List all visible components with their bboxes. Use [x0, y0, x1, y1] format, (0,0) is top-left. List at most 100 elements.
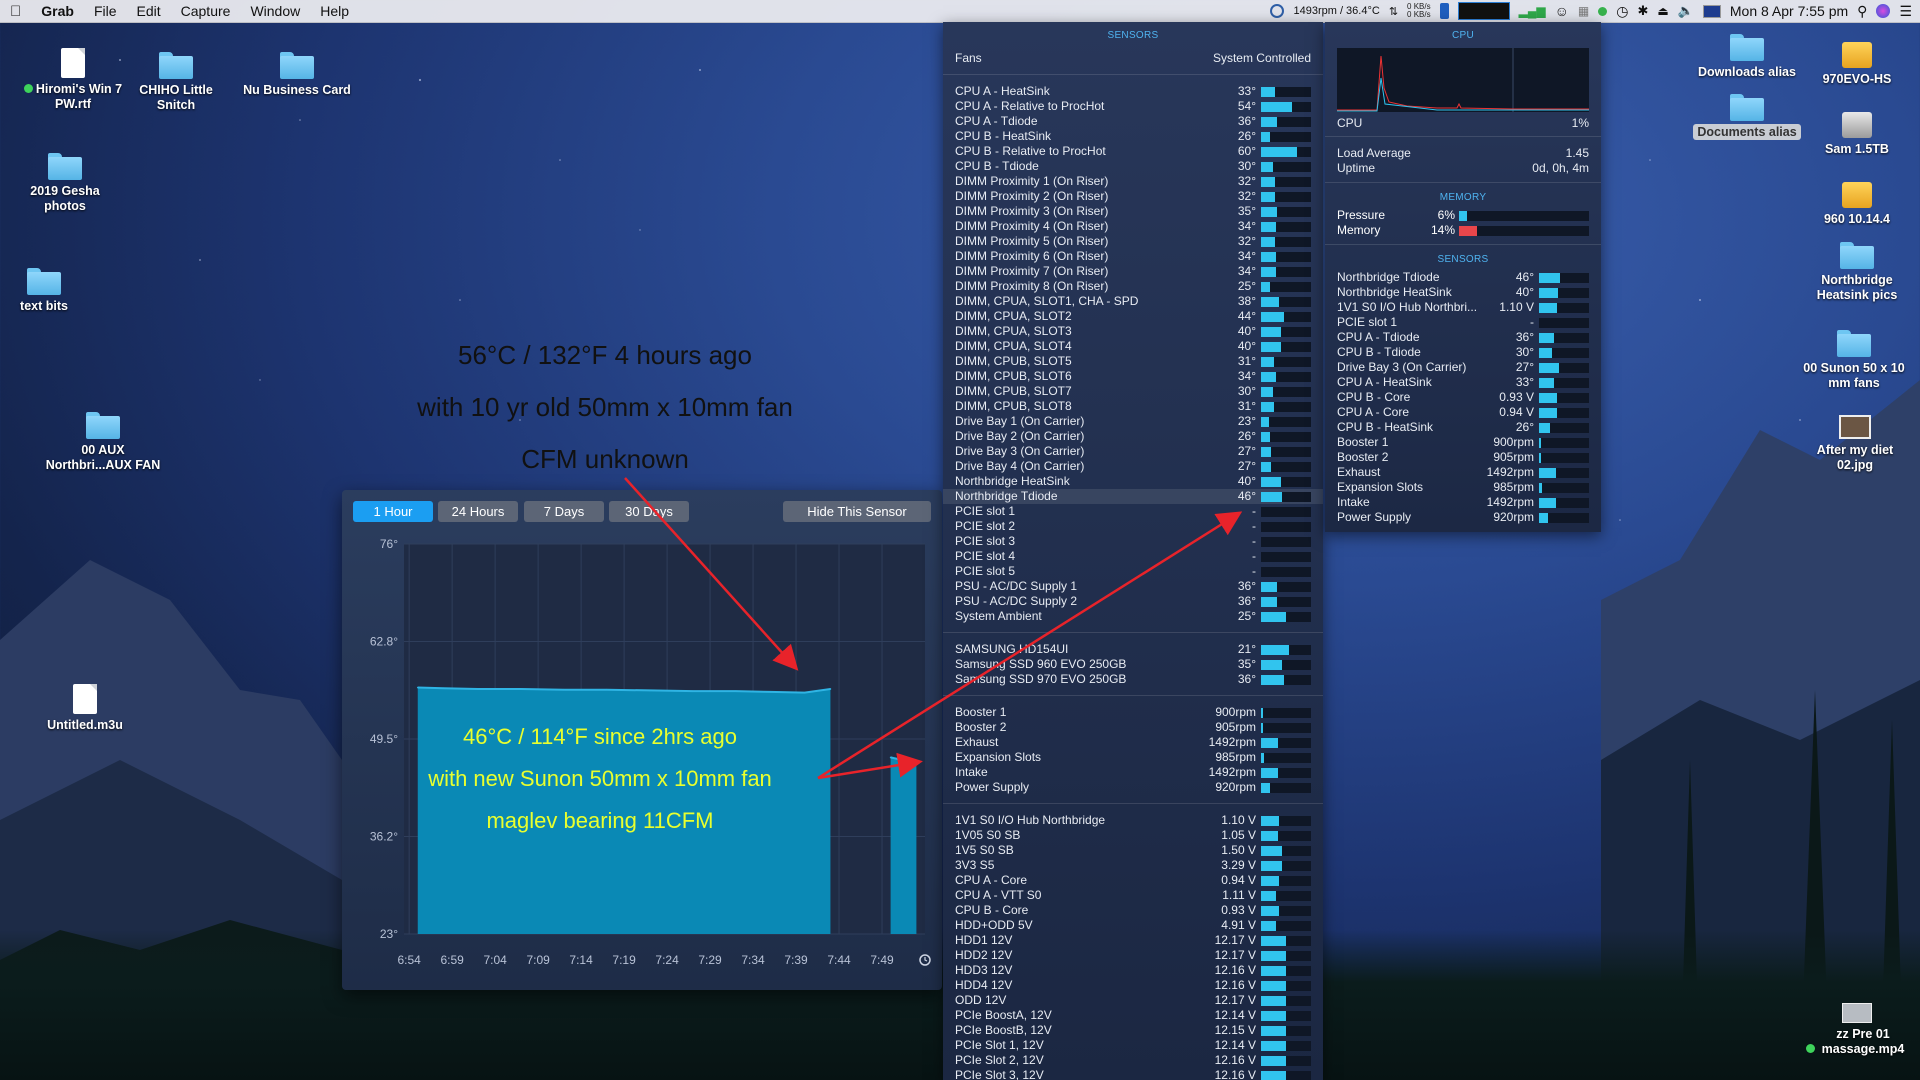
desktop-item-sunon-fans[interactable]: 00 Sunon 50 x 10 mm fans — [1789, 330, 1919, 391]
sensor-row[interactable]: DIMM Proximity 5 (On Riser) 32° — [943, 234, 1323, 249]
sensor-row[interactable]: DIMM Proximity 4 (On Riser) 34° — [943, 219, 1323, 234]
sensor-row[interactable]: DIMM, CPUB, SLOT7 30° — [943, 384, 1323, 399]
desktop-item-960[interactable]: 960 10.14.4 — [1792, 182, 1920, 227]
sensor-row[interactable]: 1V5 S0 SB 1.50 V — [943, 843, 1323, 858]
sensor-row[interactable]: CPU A - Relative to ProcHot 54° — [943, 99, 1323, 114]
sensor-row[interactable]: CPU B - Tdiode 30° — [1325, 345, 1601, 360]
menu-file[interactable]: File — [84, 3, 127, 19]
green-status-icon[interactable] — [1598, 6, 1608, 16]
sensor-row[interactable]: ODD 12V 12.17 V — [943, 993, 1323, 1008]
sensor-row[interactable]: CPU A - HeatSink 33° — [943, 84, 1323, 99]
spotlight-search-icon[interactable]: ⚲ — [1857, 3, 1867, 20]
desktop-item-diet-jpg[interactable]: After my diet 02.jpg — [1790, 415, 1920, 473]
sensor-row[interactable]: Northbridge HeatSink 40° — [1325, 285, 1601, 300]
sensor-row[interactable]: PCIE slot 1 - — [1325, 315, 1601, 330]
menu-help[interactable]: Help — [310, 3, 359, 19]
sensor-row[interactable]: DIMM Proximity 3 (On Riser) 35° — [943, 204, 1323, 219]
menu-edit[interactable]: Edit — [127, 3, 171, 19]
sensor-row[interactable]: Northbridge Tdiode 46° — [943, 489, 1323, 504]
sensor-row[interactable]: Northbridge Tdiode 46° — [1325, 270, 1601, 285]
sensor-row[interactable]: Drive Bay 2 (On Carrier) 26° — [943, 429, 1323, 444]
sensor-row[interactable]: Samsung SSD 960 EVO 250GB 35° — [943, 657, 1323, 672]
time-machine-icon[interactable]: ◷ — [1616, 3, 1628, 20]
apple-menu-icon[interactable]:  — [0, 3, 31, 20]
sensor-row[interactable]: Booster 2 905rpm — [1325, 450, 1601, 465]
sensor-row[interactable]: CPU B - Relative to ProcHot 60° — [943, 144, 1323, 159]
sensor-row[interactable]: 1V1 S0 I/O Hub Northbridge 1.10 V — [943, 813, 1323, 828]
sensor-row[interactable]: PCIE slot 1 - — [943, 504, 1323, 519]
sensor-row[interactable]: CPU A - VTT S0 1.11 V — [943, 888, 1323, 903]
sensor-row[interactable]: SAMSUNG HD154UI 21° — [943, 642, 1323, 657]
sensor-row[interactable]: HDD3 12V 12.16 V — [943, 963, 1323, 978]
sensor-row[interactable]: PCIE slot 3 - — [943, 534, 1323, 549]
sensor-row[interactable]: CPU B - HeatSink 26° — [943, 129, 1323, 144]
sensor-row[interactable]: Power Supply 920rpm — [943, 780, 1323, 795]
signal-bars-icon[interactable]: ▂▄▆ — [1519, 4, 1546, 18]
desktop-item-chiho[interactable]: CHIHO Little Snitch — [111, 52, 241, 113]
desktop-item-untitled-m3u[interactable]: Untitled.m3u — [20, 684, 150, 733]
sensor-row[interactable]: 3V3 S5 3.29 V — [943, 858, 1323, 873]
menubar-clock[interactable]: Mon 8 Apr 7:55 pm — [1730, 3, 1848, 19]
sensor-row[interactable]: Intake 1492rpm — [1325, 495, 1601, 510]
sensor-row[interactable]: Booster 1 900rpm — [943, 705, 1323, 720]
siri-icon[interactable] — [1876, 4, 1891, 18]
menu-capture[interactable]: Capture — [171, 3, 241, 19]
sensor-row[interactable]: DIMM, CPUA, SLOT4 40° — [943, 339, 1323, 354]
sensor-row[interactable]: HDD+ODD 5V 4.91 V — [943, 918, 1323, 933]
fans-mode-row[interactable]: Fans System Controlled — [943, 51, 1323, 66]
network-rates[interactable]: 0 KB/s 0 KB/s — [1407, 3, 1431, 19]
sensor-row[interactable]: Northbridge HeatSink 40° — [943, 474, 1323, 489]
sensor-row[interactable]: DIMM Proximity 1 (On Riser) 32° — [943, 174, 1323, 189]
sensor-row[interactable]: System Ambient 25° — [943, 609, 1323, 624]
sensor-row[interactable]: PCIe Slot 3, 12V 12.16 V — [943, 1068, 1323, 1080]
sensor-row[interactable]: Samsung SSD 970 EVO 250GB 36° — [943, 672, 1323, 687]
bluetooth-icon[interactable]: ✱ — [1637, 3, 1648, 19]
menu-window[interactable]: Window — [240, 3, 310, 19]
sensor-row[interactable]: PCIE slot 4 - — [943, 549, 1323, 564]
sensor-row[interactable]: PSU - AC/DC Supply 1 36° — [943, 579, 1323, 594]
sensor-row[interactable]: 1V05 S0 SB 1.05 V — [943, 828, 1323, 843]
desktop-item-aux-fan[interactable]: 00 AUX Northbri...AUX FAN — [38, 412, 168, 473]
sensor-row[interactable]: CPU A - HeatSink 33° — [1325, 375, 1601, 390]
menu-app-name[interactable]: Grab — [31, 3, 84, 19]
sensor-row[interactable]: Drive Bay 3 (On Carrier) 27° — [1325, 360, 1601, 375]
desktop-item-gesha-photos[interactable]: 2019 Gesha photos — [0, 153, 130, 214]
disk-activity-icon[interactable] — [1439, 3, 1449, 19]
sensor-row[interactable]: CPU B - Core 0.93 V — [1325, 390, 1601, 405]
sensor-row[interactable]: Booster 2 905rpm — [943, 720, 1323, 735]
fan-status-icon[interactable] — [1270, 4, 1285, 18]
sensor-row[interactable]: PCIe BoostB, 12V 12.15 V — [943, 1023, 1323, 1038]
sensor-row[interactable]: CPU A - Tdiode 36° — [943, 114, 1323, 129]
sensor-row[interactable]: PCIE slot 2 - — [943, 519, 1323, 534]
desktop-item-text-bits[interactable]: text bits — [0, 268, 109, 314]
sensor-row[interactable]: Expansion Slots 985rpm — [1325, 480, 1601, 495]
memory-grid-icon[interactable]: ▦ — [1578, 4, 1589, 18]
input-flag-icon[interactable] — [1702, 4, 1721, 18]
sensor-row[interactable]: HDD1 12V 12.17 V — [943, 933, 1323, 948]
sensor-row[interactable]: DIMM, CPUA, SLOT2 44° — [943, 309, 1323, 324]
sensor-row[interactable]: PCIE slot 5 - — [943, 564, 1323, 579]
sensor-row[interactable]: DIMM, CPUB, SLOT6 34° — [943, 369, 1323, 384]
sensor-row[interactable]: PCIe Slot 2, 12V 12.16 V — [943, 1053, 1323, 1068]
sensor-row[interactable]: DIMM, CPUB, SLOT8 31° — [943, 399, 1323, 414]
sensor-row[interactable]: Intake 1492rpm — [943, 765, 1323, 780]
sensor-row[interactable]: Exhaust 1492rpm — [943, 735, 1323, 750]
sensor-row[interactable]: CPU B - HeatSink 26° — [1325, 420, 1601, 435]
sensor-row[interactable]: DIMM, CPUB, SLOT5 31° — [943, 354, 1323, 369]
desktop-item-massage-mp4[interactable]: zz Pre 01 massage.mp4 — [1792, 1003, 1920, 1057]
sensor-row[interactable]: Booster 1 900rpm — [1325, 435, 1601, 450]
sensor-row[interactable]: PCIe BoostA, 12V 12.14 V — [943, 1008, 1323, 1023]
eject-icon[interactable]: ⏏ — [1657, 4, 1668, 18]
desktop-item-sam-1-5tb[interactable]: Sam 1.5TB — [1792, 112, 1920, 157]
sensor-row[interactable]: PCIe Slot 1, 12V 12.14 V — [943, 1038, 1323, 1053]
sensor-row[interactable]: Drive Bay 4 (On Carrier) 27° — [943, 459, 1323, 474]
sensor-row[interactable]: Drive Bay 1 (On Carrier) 23° — [943, 414, 1323, 429]
sensor-row[interactable]: CPU A - Core 0.94 V — [1325, 405, 1601, 420]
desktop-item-northbridge-pics[interactable]: Northbridge Heatsink pics — [1792, 242, 1920, 303]
sensor-row[interactable]: CPU A - Core 0.94 V — [943, 873, 1323, 888]
sensor-row[interactable]: DIMM Proximity 8 (On Riser) 25° — [943, 279, 1323, 294]
sensor-row[interactable]: Expansion Slots 985rpm — [943, 750, 1323, 765]
sensor-row[interactable]: 1V1 S0 I/O Hub Northbri... 1.10 V — [1325, 300, 1601, 315]
volume-icon[interactable]: 🔈 — [1678, 3, 1694, 19]
sensor-row[interactable]: DIMM, CPUA, SLOT1, CHA - SPD 38° — [943, 294, 1323, 309]
